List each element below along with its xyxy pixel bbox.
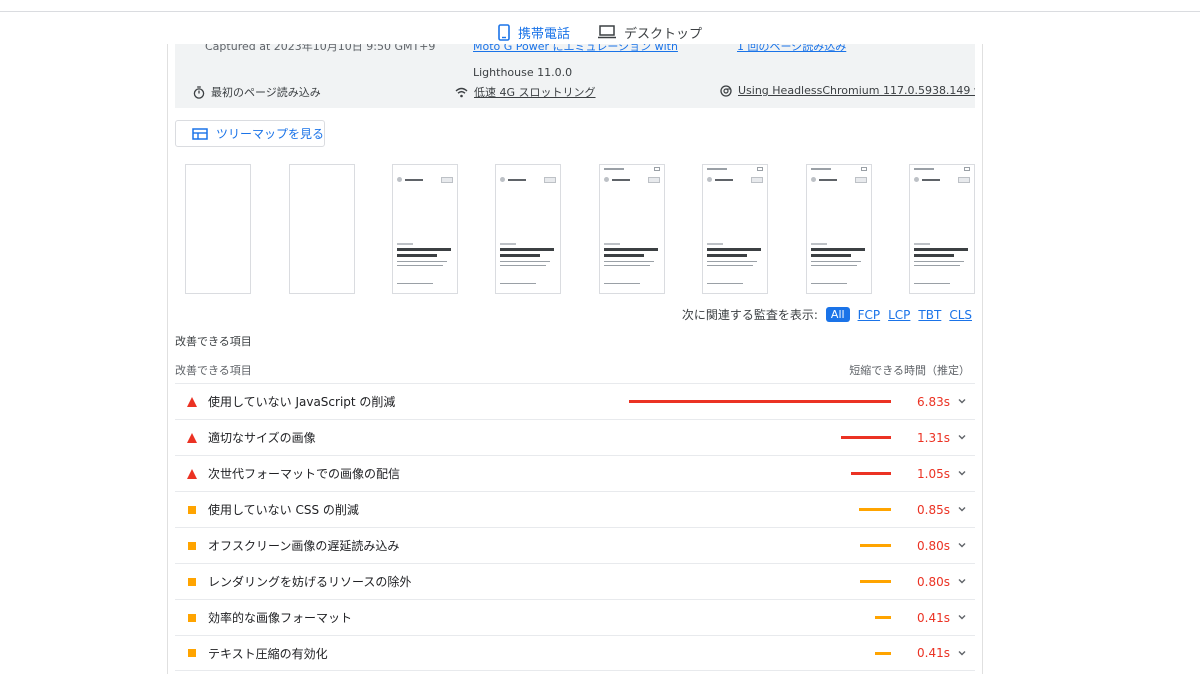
savings-value: 6.83s <box>917 394 950 409</box>
savings-bar <box>875 652 891 655</box>
filmstrip-frame <box>495 164 561 294</box>
timer-icon <box>193 85 205 99</box>
savings-bar <box>629 400 891 403</box>
filter-chip-all[interactable]: All <box>825 307 850 322</box>
audit-title: 使用していない JavaScript の削減 <box>208 395 396 409</box>
audit-title: レンダリングを妨げるリソースの除外 <box>208 575 412 589</box>
savings-bar <box>875 616 891 619</box>
browser-info: Using HeadlessChromium 117.0.5938.149 wi… <box>720 84 975 97</box>
filter-chip-cls[interactable]: CLS <box>949 308 972 322</box>
tab-mobile[interactable]: 携帯電話 <box>498 20 570 44</box>
filter-chip-fcp[interactable]: FCP <box>858 308 881 322</box>
desktop-icon <box>598 25 616 39</box>
top-divider <box>0 11 1200 12</box>
treemap-button[interactable]: ツリーマップを見る <box>175 120 325 147</box>
filmstrip-frame <box>702 164 768 294</box>
audit-list: 使用していない JavaScript の削減 6.83s 適切なサイズの画像 1.31… <box>175 383 975 671</box>
tab-desktop[interactable]: デスクトップ <box>598 20 702 44</box>
filmstrip-frame <box>599 164 665 294</box>
throttling-link[interactable]: 低速 4G スロットリング <box>474 84 596 100</box>
filter-chip-tbt[interactable]: TBT <box>918 308 941 322</box>
captured-at: Captured at 2023年10月10日 9:50 GMT+9 <box>205 44 436 53</box>
wifi-icon <box>455 87 468 97</box>
savings-value: 0.80s <box>917 574 950 589</box>
savings-value: 0.41s <box>917 646 950 660</box>
chevron-down-icon[interactable] <box>957 432 967 442</box>
metric-filter: 次に関連する監査を表示: All FCP LCP TBT CLS <box>682 306 972 323</box>
audit-row[interactable]: 使用していない JavaScript の削減 6.83s <box>175 383 975 419</box>
lighthouse-version: Lighthouse 11.0.0 <box>473 66 572 79</box>
filmstrip-frame <box>806 164 872 294</box>
average-square-icon <box>188 505 196 514</box>
lighthouse-version-text: Lighthouse 11.0.0 <box>473 66 573 79</box>
throttling: 低速 4G スロットリング <box>455 84 596 100</box>
report-border-right <box>982 44 983 674</box>
savings-value: 1.31s <box>917 430 950 445</box>
device-tabs: 携帯電話 デスクトップ <box>0 20 1200 44</box>
chrome-icon <box>720 84 732 97</box>
runtime-settings: Captured at 2023年10月10日 9:50 GMT+9 Moto … <box>175 44 975 108</box>
audit-title: 次世代フォーマットでの画像の配信 <box>208 467 401 481</box>
average-square-icon <box>188 613 196 622</box>
audit-title: オフスクリーン画像の遅延読み込み <box>208 539 400 553</box>
filter-chip-lcp[interactable]: LCP <box>888 308 910 322</box>
section-title: 改善できる項目 <box>175 335 252 348</box>
audit-row[interactable]: 適切なサイズの画像 1.31s <box>175 419 975 455</box>
savings-bar <box>859 508 891 511</box>
average-square-icon <box>188 649 196 657</box>
audit-title: 適切なサイズの画像 <box>208 431 316 445</box>
savings-bar <box>860 544 891 547</box>
audit-row[interactable]: 効率的な画像フォーマット 0.41s <box>175 599 975 635</box>
savings-bar <box>841 436 891 439</box>
average-square-icon <box>188 577 196 586</box>
audit-row[interactable]: 次世代フォーマットでの画像の配信 1.05s <box>175 455 975 491</box>
fail-triangle-icon <box>187 396 197 407</box>
savings-bar <box>860 580 891 583</box>
chevron-down-icon[interactable] <box>957 576 967 586</box>
initial-load-text: 最初のページ読み込み <box>211 86 321 99</box>
chevron-down-icon[interactable] <box>957 504 967 514</box>
tab-desktop-label: デスクトップ <box>624 26 703 42</box>
audit-title: 使用していない CSS の削減 <box>208 503 359 517</box>
audit-title: 効率的な画像フォーマット <box>208 611 353 625</box>
audit-row[interactable]: オフスクリーン画像の遅延読み込み 0.80s <box>175 527 975 563</box>
browser-link[interactable]: Using HeadlessChromium 117.0.5938.149 wi… <box>738 84 975 97</box>
savings-bar <box>851 472 891 475</box>
report-border-left <box>167 44 168 674</box>
chevron-down-icon[interactable] <box>957 396 967 406</box>
filmstrip-frame <box>909 164 975 294</box>
chevron-down-icon[interactable] <box>957 612 967 622</box>
chevron-down-icon[interactable] <box>957 468 967 478</box>
emulated-device-link[interactable]: Moto G Power にエミュレーション with <box>473 44 678 54</box>
audit-row[interactable]: 使用していない CSS の削減 0.85s <box>175 491 975 527</box>
filmstrip-frame <box>392 164 458 294</box>
savings-value: 0.80s <box>917 538 950 553</box>
average-square-icon <box>188 541 196 550</box>
chevron-down-icon[interactable] <box>957 648 967 658</box>
column-header-opportunity: 改善できる項目 <box>175 364 252 377</box>
filmstrip-frame <box>185 164 251 294</box>
fail-triangle-icon <box>187 432 197 443</box>
smartphone-icon <box>498 23 510 41</box>
fail-triangle-icon <box>187 468 197 479</box>
column-header-savings: 短縮できる時間（推定） <box>849 364 970 377</box>
audit-title: テキスト圧縮の有効化 <box>208 646 328 661</box>
chevron-down-icon[interactable] <box>957 540 967 550</box>
tab-mobile-label: 携帯電話 <box>517 26 570 42</box>
savings-value: 0.85s <box>917 502 950 517</box>
savings-value: 1.05s <box>917 466 950 481</box>
metric-filter-label: 次に関連する監査を表示: <box>681 308 818 322</box>
treemap-icon <box>192 127 208 140</box>
treemap-button-label: ツリーマップを見る <box>216 127 325 141</box>
filmstrip-frame <box>289 164 355 294</box>
session-link[interactable]: 1 回のページ読み込み <box>737 44 846 54</box>
initial-load: 最初のページ読み込み <box>193 84 321 100</box>
savings-value: 0.41s <box>917 610 950 625</box>
audit-row[interactable]: レンダリングを妨げるリソースの除外 0.80s <box>175 563 975 599</box>
audit-row[interactable]: テキスト圧縮の有効化 0.41s <box>175 635 975 671</box>
